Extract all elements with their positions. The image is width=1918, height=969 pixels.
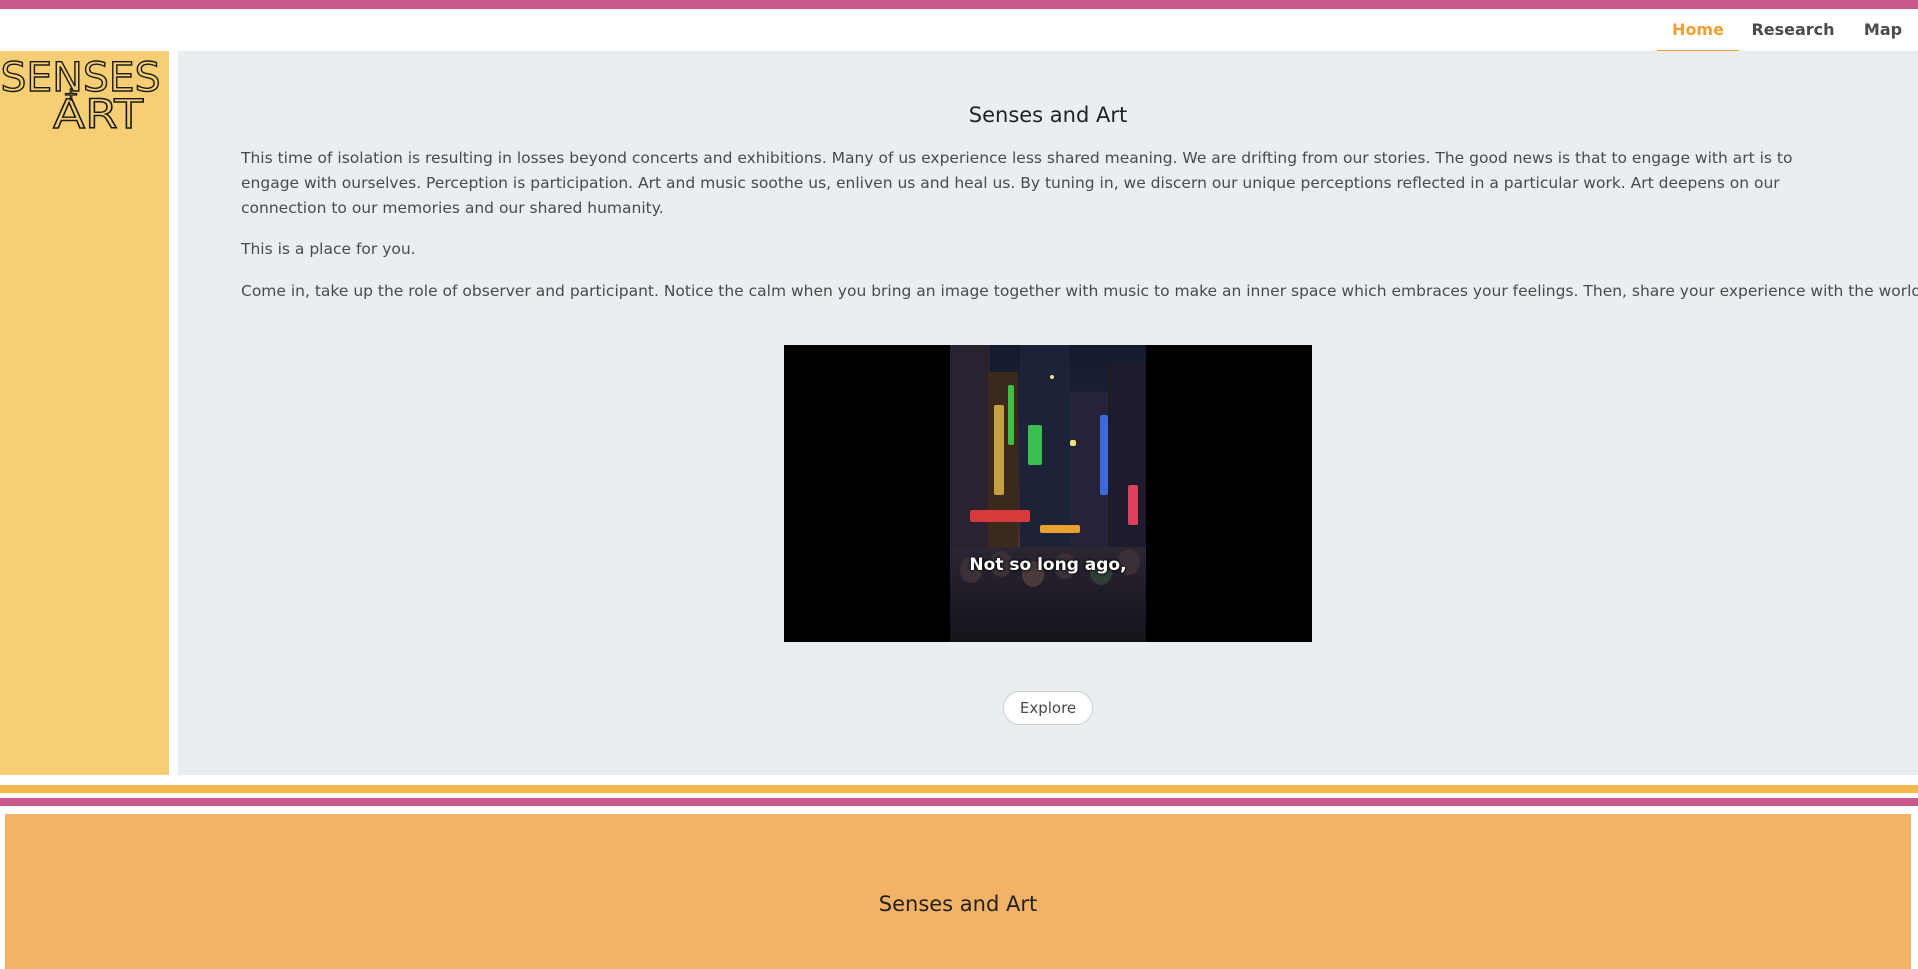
top-navbar: Home Research Map — [0, 9, 1918, 51]
main-content: Senses and Art This time of isolation is… — [178, 51, 1918, 775]
site-logo[interactable]: SENSES + ART — [0, 53, 161, 129]
sidebar: SENSES + ART — [0, 51, 169, 775]
footer-title: Senses and Art — [878, 892, 1038, 916]
top-stripe — [0, 0, 1918, 9]
video-player[interactable]: Not so long ago, — [784, 345, 1312, 642]
footer-stripe-pink — [0, 798, 1918, 806]
sidebar-divider — [169, 51, 178, 775]
video-frame-city-street — [950, 345, 1146, 642]
explore-button[interactable]: Explore — [1003, 691, 1093, 725]
invitation-paragraph: Come in, take up the role of observer an… — [241, 282, 1918, 300]
nav-home[interactable]: Home — [1657, 9, 1739, 51]
intro-paragraph: This time of isolation is resulting in l… — [241, 149, 1793, 217]
video-caption: Not so long ago, — [969, 555, 1127, 575]
page-title: Senses and Art — [968, 103, 1128, 127]
logo-line2: ART — [53, 92, 144, 129]
welcome-paragraph: This is a place for you. — [241, 240, 416, 258]
footer: Senses and Art — [5, 814, 1911, 969]
nav-research[interactable]: Research — [1740, 9, 1846, 51]
footer-stripe-yellow — [0, 785, 1918, 793]
nav-map[interactable]: Map — [1848, 9, 1918, 51]
